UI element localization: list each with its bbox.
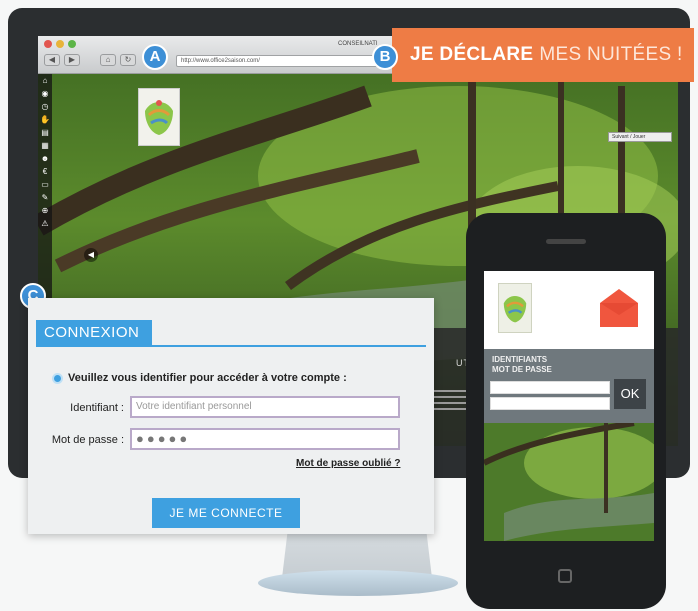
back-button[interactable]: ◀ [44, 54, 60, 66]
forgot-password-link[interactable]: Mot de passe oublié ? [296, 458, 400, 469]
bullet-icon [52, 372, 63, 384]
composite-illustration: ◀ ▶ ⌂ ↻ CONSEILNATI http://www.office2sa… [0, 0, 698, 611]
clock-icon[interactable]: ◷ [38, 100, 52, 113]
banner-light-text: MES NUITÉES ! [539, 44, 683, 65]
wrench-icon[interactable]: ✎ [38, 191, 52, 204]
login-intro-text: Veuillez vous identifier pour accéder à … [68, 372, 347, 384]
mobile-identifiant-label: IDENTIFIANTS [492, 355, 548, 364]
mobile-site-logo[interactable] [498, 283, 532, 333]
marker-a: A [142, 44, 168, 70]
phone-earpiece [546, 239, 586, 244]
mobile-identifiant-input[interactable] [490, 381, 610, 394]
mobile-password-input[interactable] [490, 397, 610, 410]
euro-icon[interactable]: € [38, 165, 52, 178]
phone-home-button[interactable] [558, 569, 572, 583]
mobile-header [484, 271, 654, 349]
user-icon[interactable]: ☻ [38, 152, 52, 165]
site-logo[interactable] [138, 88, 180, 146]
monitor-base [258, 570, 458, 596]
reload-button[interactable]: ↻ [120, 54, 136, 66]
close-dot-icon[interactable] [44, 40, 52, 48]
mobile-ok-button[interactable]: OK [614, 379, 646, 409]
logo-mark-icon [145, 100, 173, 135]
slideshow-next-button[interactable]: Suivant / Jouer [608, 132, 672, 142]
marker-b: B [372, 44, 398, 70]
mobile-screen: IDENTIFIANTS MOT DE PASSE OK [484, 271, 654, 541]
mobile-phone: IDENTIFIANTS MOT DE PASSE OK [466, 213, 666, 609]
thumbs-up-icon[interactable]: ✋ [38, 113, 52, 126]
mobile-password-label: MOT DE PASSE [492, 365, 552, 374]
login-title-rule [36, 345, 426, 347]
minimize-dot-icon[interactable] [56, 40, 64, 48]
mobile-login-form: IDENTIFIANTS MOT DE PASSE OK [484, 349, 654, 423]
password-label: Mot de passe : [51, 434, 124, 446]
maximize-dot-icon[interactable] [68, 40, 76, 48]
warning-icon[interactable]: ⚠ [38, 217, 52, 230]
mobile-logo-mark-icon [503, 296, 527, 323]
banner-strong-text: JE DÉCLARE [410, 44, 534, 65]
printer-icon[interactable]: ▭ [38, 178, 52, 191]
identifiant-label: Identifiant : [70, 402, 124, 414]
document-icon[interactable]: ▤ [38, 126, 52, 139]
forward-button[interactable]: ▶ [64, 54, 80, 66]
declare-nights-banner[interactable]: JE DÉCLARE MES NUITÉES ! [392, 28, 694, 82]
identifiant-input[interactable]: Votre identifiant personnel [130, 396, 400, 418]
home-button[interactable]: ⌂ [100, 54, 116, 66]
eye-icon[interactable]: ◉ [38, 87, 52, 100]
window-controls [44, 40, 76, 48]
calendar-icon[interactable]: ▦ [38, 139, 52, 152]
envelope-icon[interactable] [596, 285, 642, 331]
login-title: CONNEXION [36, 320, 152, 346]
home-icon[interactable]: ⌂ [38, 74, 52, 87]
login-intro: Veuillez vous identifier pour accéder à … [52, 372, 347, 384]
slider-prev-icon[interactable]: ◀ [84, 248, 98, 262]
network-icon[interactable]: ⊕ [38, 204, 52, 217]
password-input[interactable]: ●●●●● [130, 428, 400, 450]
tab-title[interactable]: CONSEILNATI [338, 41, 378, 47]
login-card: CONNEXION Veuillez vous identifier pour … [28, 298, 434, 534]
mobile-forest-image [484, 423, 654, 541]
connect-button[interactable]: JE ME CONNECTE [152, 498, 300, 528]
